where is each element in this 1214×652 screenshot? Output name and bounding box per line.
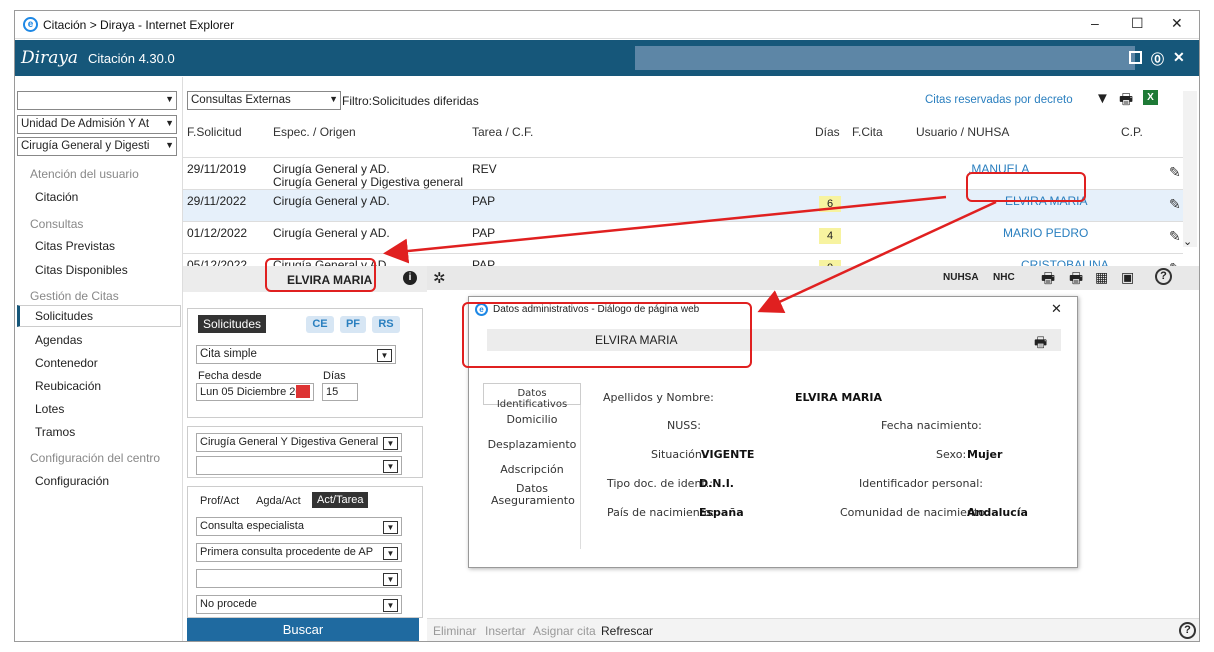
annotation-arrow-to-dialog bbox=[757, 200, 997, 313]
annotation-arrow-to-name bbox=[383, 195, 947, 264]
annotation-arrows bbox=[383, 195, 997, 313]
